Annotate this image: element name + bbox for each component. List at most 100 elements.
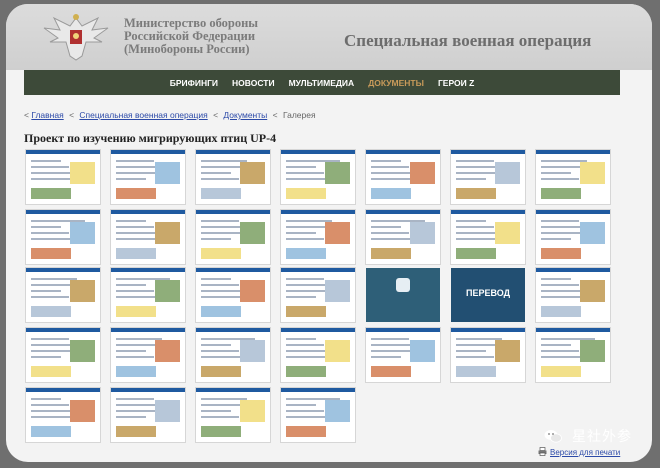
slide-header-bar	[281, 328, 355, 332]
breadcrumb-prefix: <	[24, 110, 29, 120]
printer-icon[interactable]	[538, 447, 547, 456]
gallery-thumbnail[interactable]	[111, 268, 185, 322]
double-headed-eagle-emblem-icon[interactable]	[36, 12, 116, 64]
breadcrumb-separator: <	[69, 110, 75, 120]
gallery-thumbnail[interactable]	[196, 388, 270, 442]
gallery-thumbnail[interactable]	[111, 328, 185, 382]
breadcrumb-documents-link[interactable]: Документы	[223, 110, 267, 120]
slide-image	[541, 366, 581, 377]
gallery-thumbnail[interactable]	[196, 210, 270, 264]
slide-text-line	[116, 356, 154, 358]
gallery-thumbnail[interactable]	[281, 210, 355, 264]
slide-image	[580, 340, 605, 362]
slide-text-line	[116, 226, 154, 228]
gallery-thumbnail[interactable]	[536, 328, 610, 382]
gallery-thumbnail[interactable]	[26, 268, 100, 322]
slide-text-line	[31, 356, 61, 358]
slide-image	[31, 426, 71, 437]
nav-item-news[interactable]: НОВОСТИ	[232, 78, 275, 88]
gallery-thumbnail[interactable]	[536, 268, 610, 322]
slide-image	[325, 280, 350, 302]
gallery-thumbnail[interactable]	[451, 328, 525, 382]
nav-item-multimedia[interactable]: МУЛЬТИМЕДИА	[289, 78, 355, 88]
breadcrumb-section-link[interactable]: Специальная военная операция	[79, 110, 207, 120]
slide-header-bar	[111, 150, 185, 154]
slide-text-line	[286, 166, 316, 168]
gallery-thumbnail[interactable]	[366, 210, 440, 264]
slide-header-bar	[196, 388, 270, 392]
slide-text-line	[371, 232, 409, 234]
slide-image	[201, 426, 241, 437]
slide-text-line	[286, 278, 324, 280]
breadcrumb: < Главная < Специальная военная операция…	[24, 110, 316, 120]
gallery-thumbnail[interactable]	[26, 210, 100, 264]
print-version-link[interactable]: Версия для печати	[550, 448, 620, 457]
slide-text-line	[31, 232, 69, 234]
gallery-thumbnail[interactable]	[111, 388, 185, 442]
slide-header-bar	[26, 150, 100, 154]
gallery-thumbnail[interactable]	[196, 150, 270, 204]
slide-text-line	[541, 238, 571, 240]
slide-text-line	[201, 278, 231, 280]
gallery-thumbnail[interactable]	[26, 328, 100, 382]
slide-header-bar	[111, 388, 185, 392]
nav-item-briefings[interactable]: БРИФИНГИ	[170, 78, 218, 88]
slide-image	[240, 222, 265, 244]
slide-image	[116, 248, 156, 259]
slide-image	[456, 366, 496, 377]
gallery-thumbnail[interactable]	[281, 150, 355, 204]
gallery-thumbnail[interactable]	[111, 210, 185, 264]
gallery-thumbnail[interactable]	[281, 388, 355, 442]
slide-image	[70, 162, 95, 184]
slide-image	[325, 162, 350, 184]
slide-header-bar	[536, 328, 610, 332]
gallery-thumbnail[interactable]: ПЕРЕВОД	[451, 268, 525, 322]
slide-image	[70, 222, 95, 244]
slide-image	[116, 188, 156, 199]
slide-text-line	[116, 160, 154, 162]
breadcrumb-separator: <	[213, 110, 219, 120]
slide-text-line	[31, 226, 61, 228]
slide-text-line	[116, 284, 146, 286]
gallery-thumbnail[interactable]	[111, 150, 185, 204]
slide-image	[286, 306, 326, 317]
slide-text-line	[116, 350, 146, 352]
slide-text-line	[31, 160, 61, 162]
gallery-thumbnail[interactable]	[196, 328, 270, 382]
slide-text-line	[31, 166, 69, 168]
gallery-thumbnail[interactable]	[536, 210, 610, 264]
gallery-thumbnail[interactable]	[366, 328, 440, 382]
gallery-thumbnail[interactable]	[366, 150, 440, 204]
gallery-thumbnail[interactable]	[536, 150, 610, 204]
gallery-thumbnail[interactable]	[196, 268, 270, 322]
slide-image	[155, 162, 180, 184]
gallery-thumbnail[interactable]	[26, 150, 100, 204]
slide-text-line	[31, 338, 69, 340]
gallery-thumbnail[interactable]	[366, 268, 440, 322]
gallery-thumbnail[interactable]	[281, 328, 355, 382]
slide-text-line	[541, 284, 579, 286]
gallery-thumbnail[interactable]	[281, 268, 355, 322]
slide-image	[371, 248, 411, 259]
gallery-thumbnail[interactable]	[451, 150, 525, 204]
ministry-line-3: (Минобороны России)	[124, 42, 250, 56]
slide-text-line	[456, 226, 494, 228]
gallery-thumbnail[interactable]	[451, 210, 525, 264]
slide-image	[325, 340, 350, 362]
slide-header-bar	[536, 268, 610, 272]
slide-text-line	[201, 220, 239, 222]
nav-item-heroes[interactable]: ГЕРОИ Z	[438, 78, 474, 88]
nav-item-documents[interactable]: ДОКУМЕНТЫ	[368, 78, 424, 88]
slide-text-line	[286, 296, 316, 298]
slide-image	[31, 366, 71, 377]
slide-image	[286, 426, 326, 437]
slide-text-line	[541, 172, 571, 174]
slide-header-bar	[26, 210, 100, 214]
slide-text-line	[116, 416, 146, 418]
slide-text-line	[201, 172, 231, 174]
slide-header-bar	[451, 210, 525, 214]
breadcrumb-home-link[interactable]: Главная	[31, 110, 63, 120]
slide-image	[240, 400, 265, 422]
gallery-thumbnail[interactable]	[26, 388, 100, 442]
slide-header-bar	[281, 268, 355, 272]
